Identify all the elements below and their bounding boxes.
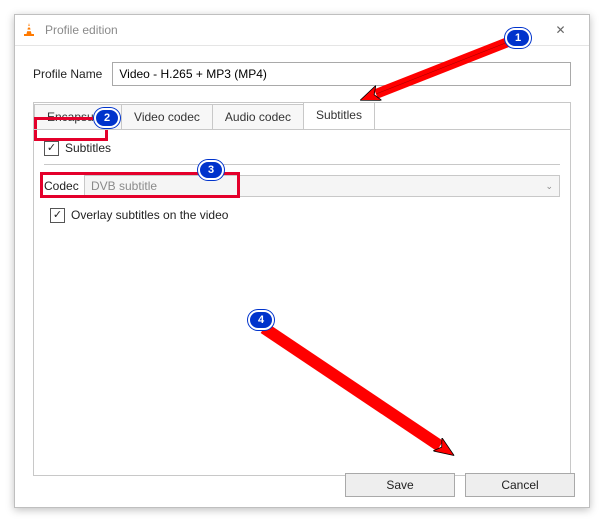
window-title: Profile edition — [45, 23, 118, 37]
profile-name-label: Profile Name — [33, 67, 102, 81]
codec-select[interactable]: DVB subtitle ⌄ — [84, 175, 560, 197]
tab-panel: Encapsulati Video codec Audio codec Subt… — [33, 102, 571, 476]
chevron-down-icon: ⌄ — [545, 181, 553, 192]
close-button[interactable]: ✕ — [538, 15, 583, 45]
titlebar: Profile edition – ✕ — [15, 15, 589, 46]
overlay-checkbox-row[interactable]: Overlay subtitles on the video — [50, 205, 560, 225]
overlay-checkbox[interactable] — [50, 208, 65, 223]
annotation-badge-3: 3 — [198, 160, 224, 180]
tab-subtitles[interactable]: Subtitles — [303, 102, 375, 129]
vlc-cone-icon — [21, 22, 37, 38]
save-button[interactable]: Save — [345, 473, 455, 497]
divider — [44, 164, 560, 165]
tab-audio-codec[interactable]: Audio codec — [212, 104, 304, 130]
annotation-badge-4: 4 — [248, 310, 274, 330]
profile-name-input[interactable] — [112, 62, 571, 86]
subtitles-checkbox-label: Subtitles — [65, 141, 111, 155]
subtitles-checkbox-row[interactable]: Subtitles — [44, 138, 560, 158]
overlay-checkbox-label: Overlay subtitles on the video — [71, 208, 228, 222]
codec-select-value: DVB subtitle — [91, 179, 157, 193]
profile-edition-window: Profile edition – ✕ Profile Name Encapsu… — [14, 14, 590, 508]
subtitles-tab-body: Subtitles Codec DVB subtitle ⌄ Overlay s… — [34, 130, 570, 475]
annotation-badge-1: 1 — [505, 28, 531, 48]
close-icon: ✕ — [555, 23, 565, 37]
annotation-badge-2: 2 — [94, 108, 120, 128]
cancel-button[interactable]: Cancel — [465, 473, 575, 497]
subtitles-checkbox[interactable] — [44, 141, 59, 156]
tab-video-codec[interactable]: Video codec — [121, 104, 213, 130]
codec-label: Codec — [44, 179, 84, 193]
